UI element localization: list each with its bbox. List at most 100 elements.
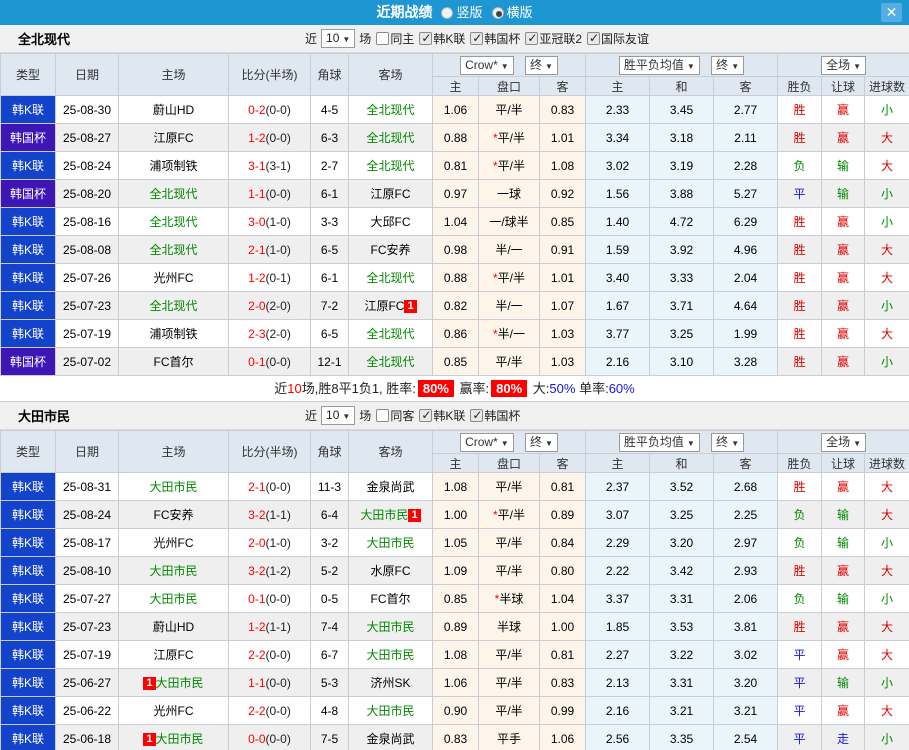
avg-draw-odds: 4.72 [649, 207, 714, 236]
col-goals: 进球数 [864, 453, 909, 473]
checkbox-label: 韩国杯 [484, 31, 521, 46]
filter-checkbox-同客[interactable]: 同客 [376, 407, 414, 424]
match-date: 25-06-18 [55, 724, 119, 750]
home-team-cell: 全北现代 [118, 207, 229, 236]
team-name: 大邱FC [370, 215, 411, 229]
checkbox-checked-icon[interactable] [470, 31, 484, 45]
avg-time-select[interactable]: 终 ▼ [711, 55, 745, 75]
checkbox-checked-icon[interactable] [525, 31, 539, 45]
layout-radio-horizontal[interactable]: 横版 [483, 5, 533, 20]
full-time-select[interactable]: 全场 ▼ [821, 55, 866, 75]
league-type-badge: 韩K联 [0, 207, 56, 236]
checkbox-unchecked-icon[interactable] [376, 31, 390, 45]
filter-checkbox-同主[interactable]: 同主 [376, 30, 414, 47]
col-corner: 角球 [310, 53, 349, 96]
bookmaker-select[interactable]: Crow* ▼ [460, 432, 514, 452]
team-name: 全北现代 [366, 355, 415, 369]
team-name: 光州FC [153, 271, 194, 285]
match-result: 胜 [777, 556, 823, 585]
away-team-cell: FC首尔 [348, 584, 433, 613]
avg-draw-odds: 3.45 [649, 95, 714, 124]
avg-away-odds: 3.20 [712, 668, 779, 697]
handicap-result: 赢 [821, 612, 866, 641]
close-button[interactable]: ✕ [881, 3, 902, 22]
away-team-cell: 水原FC [348, 556, 433, 585]
goals-over-under: 小 [864, 584, 909, 613]
corner-count: 5-2 [310, 556, 349, 585]
col-away: 客场 [348, 430, 433, 473]
filter-checkbox-韩国杯[interactable]: 韩国杯 [470, 30, 520, 47]
recent-results-popup: 近期战绩竖版横版 ✕ 全北现代 近 10▼ 场 同主韩K联韩国杯亚冠联2国际友谊… [0, 0, 909, 750]
avg-draw-odds: 3.31 [649, 584, 714, 613]
home-team-cell: 光州FC [118, 696, 229, 725]
handicap-result: 输 [821, 151, 866, 180]
half-time-score: (0-0) [265, 647, 291, 662]
avg-away-odds: 2.04 [712, 263, 779, 292]
score-cell: 2-0(1-0) [228, 528, 311, 557]
league-type-badge: 韩K联 [0, 319, 56, 348]
avg-odds-select[interactable]: 胜平负均值 ▼ [618, 432, 700, 452]
team-name: 光州FC [153, 536, 194, 550]
match-row: 韩K联 25-07-19 江原FC 2-2(0-0) 6-7 大田市民 1.08 平/半 0.8… [0, 640, 909, 669]
crow-home-odds: 0.88 [432, 263, 479, 292]
handicap-text: 平/半 [495, 648, 523, 662]
avg-time-select[interactable]: 终 ▼ [711, 432, 745, 452]
crow-home-odds: 1.08 [432, 472, 479, 501]
titlebar: 近期战绩 竖版 横版 ✕ [0, 0, 909, 25]
crow-away-odds: 0.83 [539, 95, 586, 124]
radio-unselected-icon[interactable] [441, 7, 454, 19]
filter-checkbox-国际友谊[interactable]: 国际友谊 [587, 30, 649, 47]
filter-checkbox-亚冠联2[interactable]: 亚冠联2 [525, 30, 582, 47]
odds-time-select[interactable]: 终 ▼ [525, 55, 558, 75]
home-team-cell: 蔚山HD [118, 95, 229, 124]
avg-away-odds: 3.81 [712, 612, 779, 641]
match-result: 胜 [777, 123, 823, 152]
handicap-line: *半球 [478, 584, 540, 613]
match-date: 25-08-20 [55, 179, 119, 208]
home-team-cell: 蔚山HD [118, 612, 229, 641]
team-name: 大田市民 [366, 648, 415, 662]
summary-segment: 单率: [575, 381, 609, 396]
odds-time-select[interactable]: 终 ▼ [525, 432, 558, 452]
corner-count: 6-7 [310, 640, 349, 669]
full-time-select[interactable]: 全场 ▼ [821, 432, 866, 452]
filter-checkbox-韩K联[interactable]: 韩K联 [419, 30, 465, 47]
league-type-badge: 韩K联 [0, 668, 56, 697]
crow-home-odds: 0.83 [432, 724, 479, 750]
goals-over-under: 大 [864, 319, 909, 348]
checkbox-checked-icon[interactable] [587, 31, 601, 45]
corner-count: 12-1 [310, 347, 349, 376]
team-name: FC首尔 [370, 592, 411, 606]
filter-checkbox-韩K联[interactable]: 韩K联 [419, 407, 465, 424]
team-name: 全北现代 [366, 159, 415, 173]
red-card-badge: 1 [408, 509, 421, 522]
near-count-select[interactable]: 10 ▼ [321, 406, 356, 425]
crow-away-odds: 0.92 [539, 179, 586, 208]
match-result: 负 [777, 500, 823, 529]
goals-over-under: 大 [864, 640, 909, 669]
corner-count: 6-5 [310, 235, 349, 264]
filter-checkbox-韩国杯[interactable]: 韩国杯 [470, 407, 520, 424]
checkbox-checked-icon[interactable] [470, 408, 484, 422]
layout-radio-vertical[interactable]: 竖版 [432, 5, 483, 20]
checkbox-unchecked-icon[interactable] [376, 408, 390, 422]
handicap-result: 输 [821, 584, 866, 613]
checkbox-checked-icon[interactable] [419, 408, 433, 422]
near-count-select[interactable]: 10 ▼ [321, 29, 356, 48]
avg-home-odds: 2.37 [585, 472, 650, 501]
bookmaker-select[interactable]: Crow* ▼ [460, 55, 514, 75]
avg-draw-odds: 3.35 [649, 724, 714, 750]
avg-away-odds: 2.11 [712, 123, 779, 152]
crow-away-odds: 0.99 [539, 696, 586, 725]
radio-selected-icon[interactable] [491, 7, 504, 19]
score-cell: 3-1(3-1) [228, 151, 311, 180]
home-team-cell: 1 大田市民 [118, 724, 229, 750]
avg-odds-select[interactable]: 胜平负均值 ▼ [618, 55, 700, 75]
team-name: 江原FC [364, 299, 405, 313]
checkbox-checked-icon[interactable] [419, 31, 433, 45]
away-team-cell: FC安养 [348, 235, 433, 264]
summary-segment: 场,胜8平1负1, 胜率: [301, 381, 416, 396]
col-handicap: 盘口 [478, 453, 540, 473]
avg-home-odds: 1.85 [585, 612, 650, 641]
away-team-cell: 大邱FC [348, 207, 433, 236]
